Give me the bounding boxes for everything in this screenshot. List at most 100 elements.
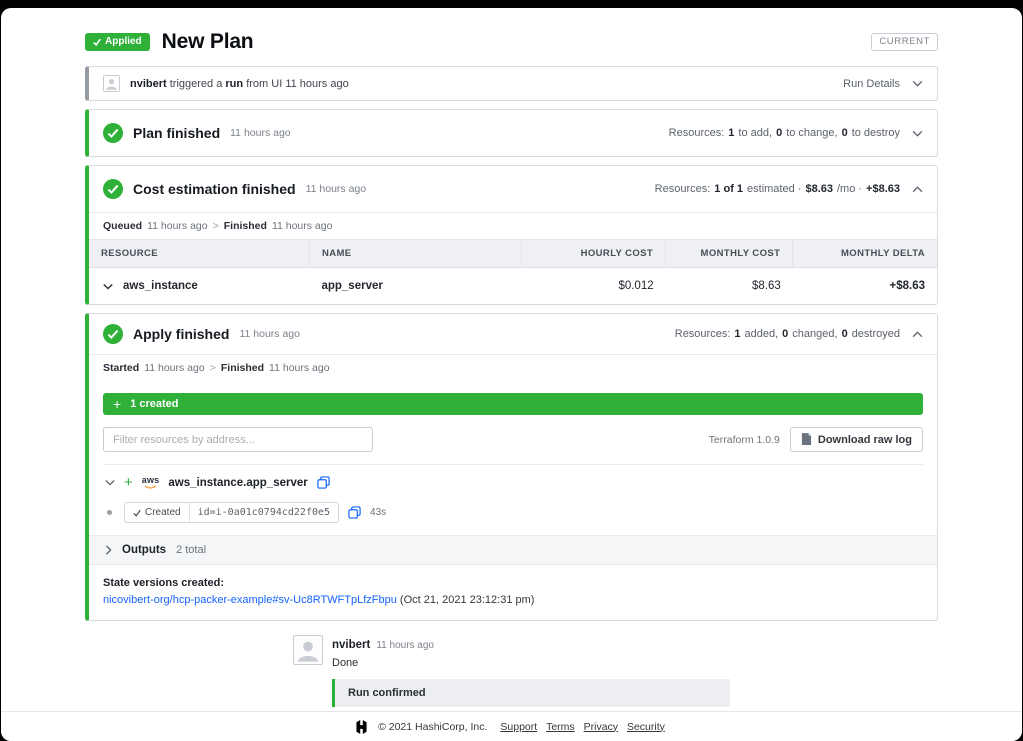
apply-finished-label: Finished bbox=[221, 362, 264, 374]
created-chip-label: Created bbox=[145, 507, 181, 518]
row-expand-chevron-icon[interactable] bbox=[103, 283, 113, 290]
cost-estimation-card: Cost estimation finished 11 hours ago Re… bbox=[85, 165, 938, 305]
download-raw-log-label: Download raw log bbox=[818, 434, 912, 446]
comment-author: nvibert bbox=[332, 639, 370, 651]
cell-resource: aws_instance bbox=[123, 280, 198, 292]
trigger-user: nvibert bbox=[130, 78, 167, 90]
check-icon bbox=[133, 509, 141, 517]
cost-price: $8.63 bbox=[805, 183, 833, 195]
col-monthly-cost: MONTHLY COST bbox=[666, 240, 793, 268]
created-bar-label: 1 created bbox=[130, 398, 178, 410]
col-monthly-delta: MONTHLY DELTA bbox=[793, 240, 937, 268]
created-summary-bar: + 1 created bbox=[103, 393, 923, 415]
terraform-version: Terraform 1.0.9 bbox=[709, 434, 780, 446]
copy-icon[interactable] bbox=[348, 506, 361, 519]
created-duration: 43s bbox=[370, 507, 386, 518]
cost-table-row: aws_instance app_server $0.012 $8.63 +$8… bbox=[89, 268, 937, 305]
trigger-run-word: run bbox=[225, 78, 243, 90]
plan-summary-toggle[interactable]: Resources: 1to add, 0to change, 0to dest… bbox=[669, 127, 923, 139]
avatar-icon bbox=[293, 635, 323, 665]
chevron-right-icon bbox=[105, 545, 112, 555]
cost-title: Cost estimation finished bbox=[133, 181, 296, 197]
aws-provider-icon: aws bbox=[142, 476, 160, 489]
col-name: NAME bbox=[309, 240, 521, 268]
outputs-row[interactable]: Outputs 2 total bbox=[89, 535, 937, 565]
state-versions-block: State versions created: nicovibert-org/h… bbox=[103, 565, 923, 606]
cost-table: RESOURCE NAME HOURLY COST MONTHLY COST M… bbox=[89, 239, 937, 304]
run-details-toggle[interactable]: Run Details bbox=[843, 78, 923, 90]
page-header: Applied New Plan CURRENT bbox=[85, 30, 938, 54]
apply-log-list: + aws aws_instance.app_server bbox=[103, 464, 923, 565]
plan-finished-card: Plan finished 11 hours ago Resources: 1t… bbox=[85, 109, 938, 157]
cost-table-header-row: RESOURCE NAME HOURLY COST MONTHLY COST M… bbox=[89, 240, 937, 268]
trigger-text-1: triggered a bbox=[170, 78, 223, 90]
instance-id: id=i-0a01c0794cd22f0e5 bbox=[189, 503, 338, 522]
footer-link-support[interactable]: Support bbox=[500, 721, 537, 733]
cost-est-text: estimated · bbox=[747, 183, 801, 195]
plan-destroy-count: 0 bbox=[842, 127, 848, 139]
footer-link-security[interactable]: Security bbox=[627, 721, 665, 733]
status-badge-label: Applied bbox=[105, 36, 142, 47]
success-check-icon bbox=[103, 179, 123, 199]
run-details-label: Run Details bbox=[843, 78, 900, 90]
col-hourly-cost: HOURLY COST bbox=[521, 240, 665, 268]
run-confirmed-quote: Run confirmed bbox=[332, 679, 730, 707]
apply-summary-toggle[interactable]: Resources: 1added, 0changed, 0destroyed bbox=[675, 328, 923, 340]
cost-finished-label: Finished bbox=[224, 220, 267, 232]
chevron-down-icon bbox=[912, 130, 923, 137]
apply-started-label: Started bbox=[103, 362, 139, 374]
resource-address: aws_instance.app_server bbox=[168, 477, 307, 489]
download-raw-log-button[interactable]: Download raw log bbox=[790, 427, 923, 452]
outputs-count: 2 total bbox=[176, 544, 206, 556]
plus-icon: + bbox=[113, 397, 121, 411]
footer-link-terms[interactable]: Terms bbox=[546, 721, 575, 733]
cost-est-count: 1 of 1 bbox=[714, 183, 743, 195]
page-title: New Plan bbox=[162, 30, 254, 54]
cost-per-text: /mo · bbox=[837, 183, 862, 195]
cell-monthly: $8.63 bbox=[666, 268, 793, 305]
current-badge: CURRENT bbox=[871, 33, 938, 51]
filter-resources-input[interactable] bbox=[103, 427, 373, 452]
timeline-separator: > bbox=[210, 362, 216, 374]
cost-summary-toggle[interactable]: Resources: 1 of 1estimated · $8.63/mo · … bbox=[655, 183, 923, 195]
cost-finished-time: 11 hours ago bbox=[272, 220, 333, 232]
resource-log-row[interactable]: + aws aws_instance.app_server bbox=[103, 465, 923, 500]
hashicorp-logo-icon bbox=[355, 720, 368, 734]
created-chip: Created id=i-0a01c0794cd22f0e5 bbox=[124, 502, 339, 523]
success-check-icon bbox=[103, 324, 123, 344]
cell-name: app_server bbox=[309, 268, 521, 305]
apply-started-time: 11 hours ago bbox=[144, 362, 205, 374]
plan-time: 11 hours ago bbox=[230, 127, 291, 139]
chevron-up-icon bbox=[912, 331, 923, 338]
copy-icon[interactable] bbox=[317, 476, 330, 489]
apply-finished-card: Apply finished 11 hours ago Resources: 1… bbox=[85, 313, 938, 621]
outputs-label: Outputs bbox=[122, 544, 166, 556]
cost-queued-time: 11 hours ago bbox=[147, 220, 208, 232]
apply-destroyed-text: destroyed bbox=[852, 328, 900, 340]
status-badge-applied: Applied bbox=[85, 33, 150, 51]
apply-time: 11 hours ago bbox=[239, 328, 300, 340]
plan-title: Plan finished bbox=[133, 125, 220, 141]
plan-res-label: Resources: bbox=[669, 127, 725, 139]
apply-timeline: Started 11 hours ago > Finished 11 hours… bbox=[89, 354, 937, 381]
plan-add-text: to add, bbox=[738, 127, 772, 139]
page-footer: © 2021 HashiCorp, Inc. Support Terms Pri… bbox=[1, 711, 1022, 741]
comment-thread: nvibert11 hours ago Done Run confirmed C… bbox=[293, 635, 730, 711]
run-page: Applied New Plan CURRENT nvibert trigger… bbox=[1, 8, 1022, 741]
state-version-link[interactable]: nicovibert-org/hcp-packer-example#sv-Uc8… bbox=[103, 594, 397, 606]
chevron-up-icon bbox=[912, 186, 923, 193]
run-trigger-card: nvibert triggered a run from UI 11 hours… bbox=[85, 66, 938, 101]
avatar-icon bbox=[103, 75, 120, 92]
run-page-content: Applied New Plan CURRENT nvibert trigger… bbox=[1, 8, 1022, 711]
comment-time: 11 hours ago bbox=[376, 640, 434, 651]
chevron-down-icon bbox=[912, 80, 923, 87]
cost-res-label: Resources: bbox=[655, 183, 711, 195]
timeline-dot-icon bbox=[107, 510, 112, 515]
apply-changed-count: 0 bbox=[782, 328, 788, 340]
apply-res-label: Resources: bbox=[675, 328, 731, 340]
plan-change-text: to change, bbox=[786, 127, 837, 139]
footer-link-privacy[interactable]: Privacy bbox=[584, 721, 618, 733]
chevron-down-icon bbox=[105, 479, 115, 486]
state-version-date: (Oct 21, 2021 23:12:31 pm) bbox=[400, 594, 535, 606]
footer-copyright: © 2021 HashiCorp, Inc. bbox=[378, 721, 487, 733]
